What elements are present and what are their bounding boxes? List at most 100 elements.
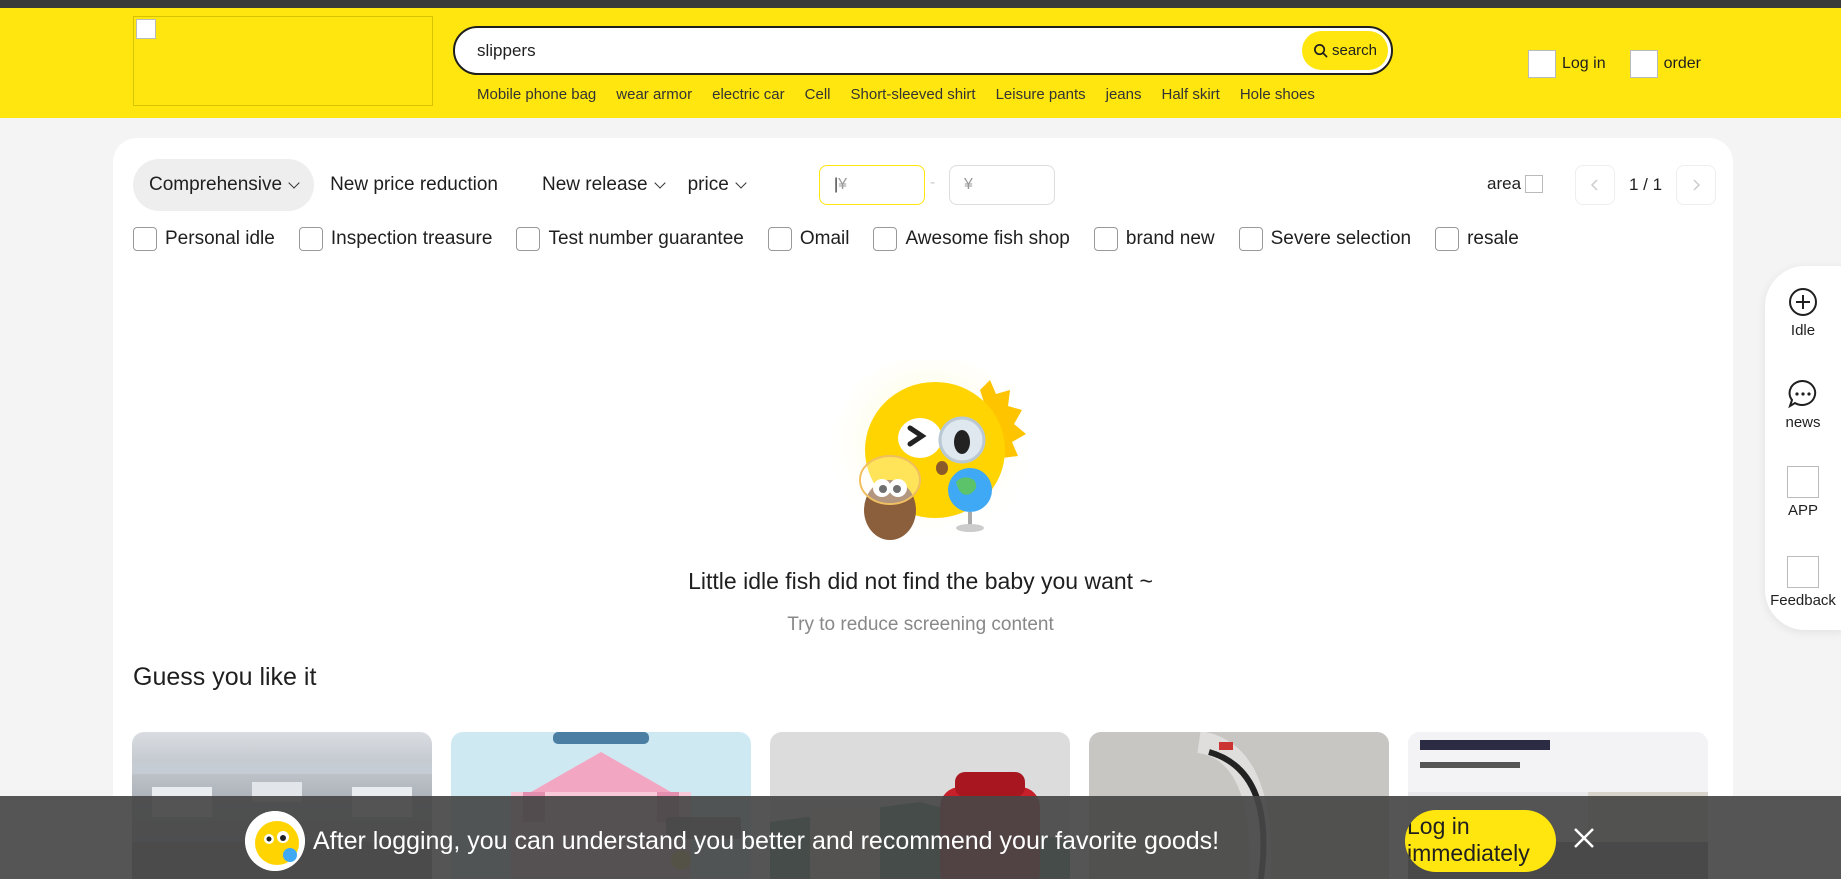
sidebar-idle-label: Idle bbox=[1790, 322, 1816, 339]
hot-search-words: Mobile phone bag wear armor electric car… bbox=[477, 86, 1315, 103]
chevron-right-icon bbox=[1693, 179, 1701, 191]
floating-sidebar: Idle news APP Feedback bbox=[1765, 266, 1841, 630]
filter-label: Inspection treasure bbox=[330, 228, 493, 249]
checkbox[interactable] bbox=[1435, 227, 1460, 251]
chevron-down-icon bbox=[735, 177, 747, 189]
filter-severe-selection[interactable]: Severe selection bbox=[1238, 227, 1412, 251]
sort-new-release-label: New release bbox=[542, 174, 648, 195]
filter-test-number-guarantee[interactable]: Test number guarantee bbox=[516, 227, 744, 251]
filter-omail[interactable]: Omail bbox=[767, 227, 850, 251]
hot-word-link[interactable]: Leisure pants bbox=[996, 86, 1086, 103]
checkbox[interactable] bbox=[873, 227, 898, 251]
filter-label: Severe selection bbox=[1270, 228, 1412, 249]
empty-state-title: Little idle fish did not find the baby y… bbox=[688, 568, 1153, 594]
pagination: 1 / 1 bbox=[1575, 165, 1717, 205]
min-price-input[interactable]: |¥ bbox=[819, 165, 925, 205]
area-icon bbox=[1525, 175, 1544, 193]
plus-circle-icon bbox=[1789, 288, 1817, 316]
sidebar-app-label: APP bbox=[1787, 502, 1818, 519]
login-link[interactable]: Log in bbox=[1528, 50, 1606, 78]
filter-resale[interactable]: resale bbox=[1435, 227, 1519, 251]
chevron-down-icon bbox=[288, 177, 300, 189]
sort-new-price-reduction[interactable]: New price reduction bbox=[314, 159, 514, 211]
broken-image-icon bbox=[136, 19, 156, 39]
site-header: search Mobile phone bag wear armor elect… bbox=[0, 8, 1841, 118]
site-logo[interactable] bbox=[133, 16, 433, 106]
sort-bar: Comprehensive New price reduction New re… bbox=[133, 159, 761, 211]
feedback-icon bbox=[1787, 556, 1819, 588]
price-range-dash: - bbox=[930, 174, 936, 191]
filter-brand-new[interactable]: brand new bbox=[1093, 227, 1215, 251]
checkbox[interactable] bbox=[767, 227, 792, 251]
hot-word-link[interactable]: Hole shoes bbox=[1240, 86, 1315, 103]
order-label: order bbox=[1663, 55, 1701, 72]
chevron-down-icon bbox=[653, 177, 666, 189]
filter-label: Personal idle bbox=[165, 228, 275, 249]
login-immediately-button[interactable]: Log in immediately bbox=[1405, 810, 1556, 872]
hot-word-link[interactable]: Mobile phone bag bbox=[477, 86, 596, 103]
sort-comprehensive[interactable]: Comprehensive bbox=[133, 159, 315, 211]
header-links: Log in order bbox=[1528, 50, 1701, 78]
max-price-placeholder: ¥ bbox=[964, 176, 973, 193]
filter-awesome-fish-shop[interactable]: Awesome fish shop bbox=[873, 227, 1070, 251]
sidebar-idle-button[interactable]: Idle bbox=[1765, 286, 1841, 339]
search-button[interactable]: search bbox=[1302, 31, 1388, 70]
idle-fish-mascot-illustration bbox=[830, 360, 1030, 545]
filter-label: resale bbox=[1467, 228, 1519, 249]
sort-price[interactable]: price bbox=[672, 159, 761, 211]
filter-personal-idle[interactable]: Personal idle bbox=[133, 227, 275, 251]
filter-bar: Personal idle Inspection treasure Test n… bbox=[133, 227, 1519, 251]
order-icon bbox=[1629, 50, 1658, 78]
window-top-bar bbox=[0, 0, 1841, 8]
order-link[interactable]: order bbox=[1629, 50, 1701, 78]
filter-label: Awesome fish shop bbox=[905, 228, 1070, 249]
hot-word-link[interactable]: electric car bbox=[712, 86, 785, 103]
min-price-placeholder: ¥ bbox=[838, 176, 848, 193]
app-qr-icon bbox=[1787, 466, 1819, 498]
sort-new-release[interactable]: New release bbox=[526, 159, 680, 211]
sort-comprehensive-label: Comprehensive bbox=[149, 174, 283, 195]
filter-label: brand new bbox=[1125, 228, 1215, 249]
hot-word-link[interactable]: wear armor bbox=[616, 86, 692, 103]
sidebar-news-button[interactable]: news bbox=[1765, 378, 1841, 431]
hot-word-link[interactable]: Cell bbox=[805, 86, 831, 103]
filter-label: Test number guarantee bbox=[548, 228, 744, 249]
sidebar-feedback-button[interactable]: Feedback bbox=[1765, 556, 1841, 609]
search-input[interactable] bbox=[477, 39, 1257, 63]
chevron-left-icon bbox=[1590, 179, 1598, 191]
page-indicator: 1 / 1 bbox=[1629, 175, 1663, 194]
hot-word-link[interactable]: Short-sleeved shirt bbox=[851, 86, 976, 103]
area-label: area bbox=[1487, 174, 1522, 193]
sidebar-app-button[interactable]: APP bbox=[1765, 466, 1841, 519]
mascot-avatar bbox=[245, 811, 305, 871]
login-prompt-banner: After logging, you can understand you be… bbox=[0, 796, 1841, 879]
hot-word-link[interactable]: Half skirt bbox=[1161, 86, 1219, 103]
user-icon bbox=[1528, 50, 1556, 78]
mascot-avatar-image bbox=[245, 811, 305, 871]
empty-state-subtitle: Try to reduce screening content bbox=[787, 614, 1054, 635]
prev-page-button[interactable] bbox=[1575, 165, 1615, 205]
checkbox[interactable] bbox=[133, 227, 157, 251]
sidebar-news-label: news bbox=[1785, 414, 1821, 431]
area-selector[interactable]: area bbox=[1487, 174, 1544, 194]
checkbox[interactable] bbox=[1238, 227, 1263, 251]
filter-inspection-treasure[interactable]: Inspection treasure bbox=[298, 227, 493, 251]
checkbox[interactable] bbox=[298, 227, 323, 251]
search-bar: search bbox=[453, 26, 1393, 75]
sort-price-label: price bbox=[687, 174, 729, 195]
checkbox[interactable] bbox=[516, 227, 541, 251]
banner-message: After logging, you can understand you be… bbox=[313, 827, 1220, 855]
search-button-label: search bbox=[1331, 42, 1378, 59]
chat-bubble-icon bbox=[1788, 379, 1817, 409]
guess-you-like-heading: Guess you like it bbox=[133, 663, 317, 691]
close-icon[interactable] bbox=[1572, 826, 1596, 850]
sidebar-feedback-label: Feedback bbox=[1770, 592, 1836, 609]
hot-word-link[interactable]: jeans bbox=[1106, 86, 1142, 103]
filter-label: Omail bbox=[799, 228, 850, 249]
login-label: Log in bbox=[1562, 55, 1606, 72]
next-page-button[interactable] bbox=[1676, 165, 1717, 205]
search-icon bbox=[1314, 44, 1328, 58]
checkbox[interactable] bbox=[1093, 227, 1118, 251]
sort-new-price-reduction-label: New price reduction bbox=[330, 174, 498, 195]
max-price-input[interactable]: ¥ bbox=[949, 165, 1055, 205]
